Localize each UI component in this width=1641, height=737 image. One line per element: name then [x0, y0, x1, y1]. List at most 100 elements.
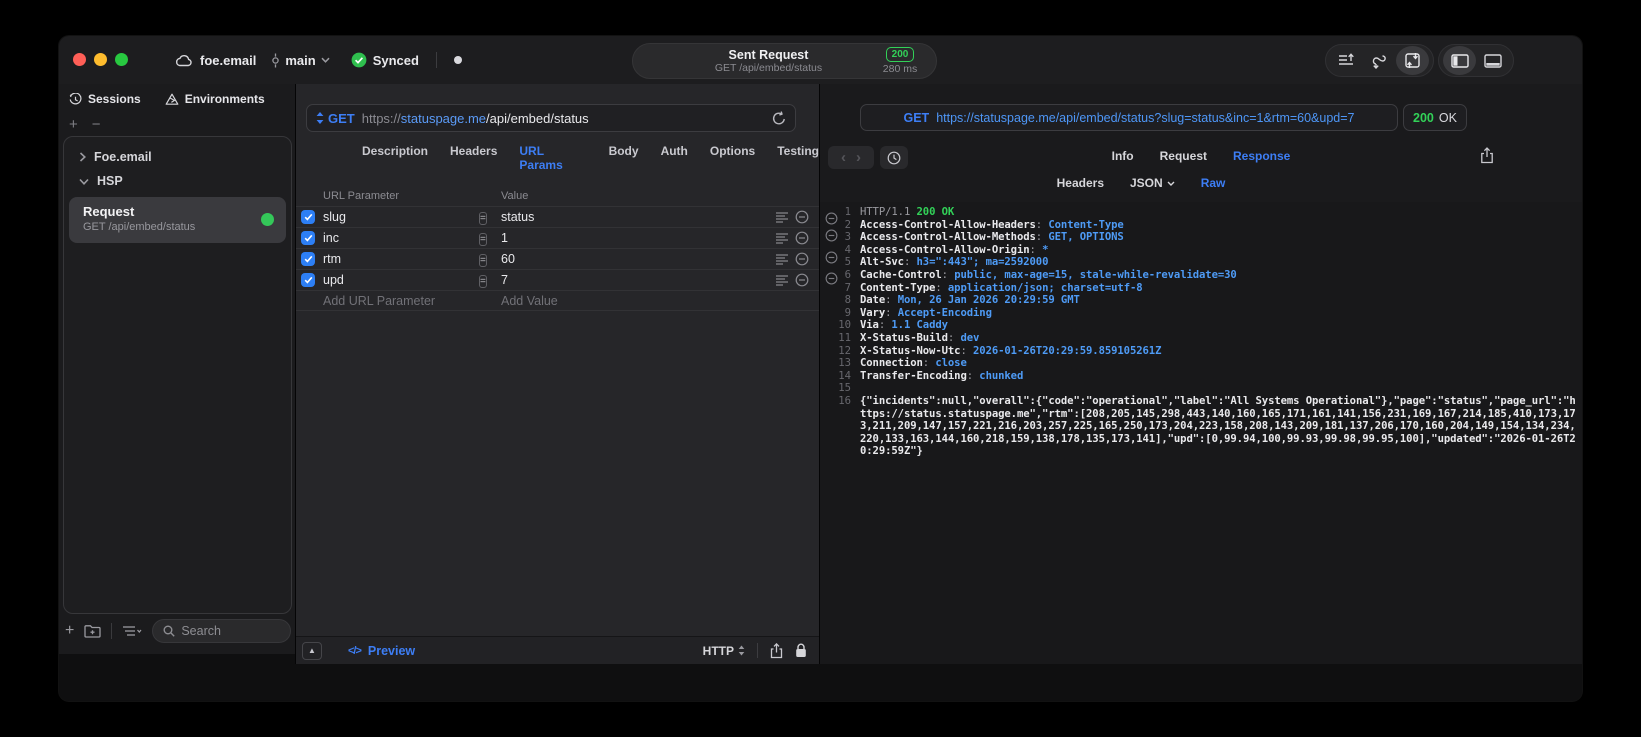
- url-host: statuspage.me: [400, 110, 487, 126]
- footer-separator: [757, 643, 758, 658]
- response-status-code: 200: [1413, 110, 1434, 125]
- tab-headers[interactable]: Headers: [450, 144, 497, 172]
- sync-branches-button[interactable]: [1363, 46, 1396, 75]
- response-body[interactable]: 1 HTTP/1.1 200 OK 2 Access-Control-Allow-He…: [820, 202, 1582, 664]
- tab-url-params[interactable]: URL Params: [519, 144, 586, 172]
- reorder-handle-icon[interactable]: [775, 274, 789, 286]
- response-status-box: 200 OK: [1403, 104, 1467, 131]
- protocol-selector[interactable]: HTTP: [703, 644, 745, 658]
- branch-selector[interactable]: main: [271, 52, 330, 68]
- response-nav-row: ‹ › Info Request Response: [820, 146, 1582, 170]
- equals-icon: =: [479, 232, 487, 246]
- tab-body[interactable]: Body: [609, 144, 639, 172]
- sent-request-pill[interactable]: Sent Request GET /api/embed/status 200 2…: [632, 43, 937, 79]
- param-checkbox[interactable]: [301, 210, 315, 224]
- tree-group-foe-email[interactable]: Foe.email: [64, 145, 291, 169]
- window-title: Sent Request: [728, 48, 809, 62]
- import-export-button[interactable]: [1396, 46, 1429, 75]
- param-name[interactable]: upd: [323, 273, 479, 287]
- param-value[interactable]: 1: [501, 231, 775, 245]
- subtab-raw[interactable]: Raw: [1201, 176, 1226, 190]
- response-code-line: 11 X-Status-Build: dev: [838, 331, 980, 344]
- tab-sessions[interactable]: Sessions: [69, 92, 141, 106]
- response-code-line: 13 Connection: close: [838, 357, 967, 370]
- url-path: /api/embed/status: [486, 110, 589, 126]
- response-code-line: 16 {"incidents":null,"overall":{"code":"o…: [838, 394, 1576, 458]
- toggle-sidebar-button[interactable]: [1443, 46, 1476, 75]
- sort-requests-button[interactable]: [1330, 46, 1363, 75]
- tab-testing[interactable]: Testing: [777, 144, 819, 172]
- sidebar-tabs: Sessions Environments: [69, 92, 265, 106]
- view-options-button[interactable]: [122, 625, 142, 637]
- param-row: inc = 1: [296, 227, 819, 248]
- param-value[interactable]: 7: [501, 273, 775, 287]
- request-duration: 280 ms: [882, 63, 918, 75]
- zoom-window-button[interactable]: [115, 53, 128, 66]
- response-tabs: Info Request Response: [820, 149, 1582, 163]
- project-name[interactable]: foe.email: [200, 53, 256, 68]
- export-response-button[interactable]: [1480, 147, 1494, 164]
- add-session-button[interactable]: +: [69, 116, 78, 133]
- request-item-subtitle: GET /api/embed/status: [83, 221, 196, 233]
- search-input[interactable]: [181, 624, 280, 638]
- sidebar-search[interactable]: [152, 619, 291, 643]
- param-checkbox[interactable]: [301, 273, 315, 287]
- param-name[interactable]: inc: [323, 231, 479, 245]
- tab-options[interactable]: Options: [710, 144, 755, 172]
- branch-name: main: [285, 52, 316, 68]
- tree-group-hsp[interactable]: HSP: [64, 169, 291, 193]
- subtab-json[interactable]: JSON: [1130, 176, 1175, 190]
- minimize-window-button[interactable]: [94, 53, 107, 66]
- resend-request-icon[interactable]: [772, 110, 786, 126]
- param-checkbox[interactable]: [301, 231, 315, 245]
- param-name[interactable]: rtm: [323, 252, 479, 266]
- param-value[interactable]: 60: [501, 252, 775, 266]
- sync-status[interactable]: Synced: [351, 52, 419, 68]
- response-url-summary[interactable]: GET https://statuspage.me/api/embed/stat…: [860, 104, 1398, 131]
- param-add-row[interactable]: Add URL Parameter Add Value: [296, 290, 819, 311]
- tab-info[interactable]: Info: [1112, 149, 1134, 163]
- remove-param-icon[interactable]: [795, 231, 809, 245]
- search-icon: [163, 625, 176, 637]
- protocol-label: HTTP: [702, 643, 734, 658]
- remove-param-icon[interactable]: [795, 252, 809, 266]
- remove-param-icon[interactable]: [795, 273, 809, 287]
- preview-toggle[interactable]: </> Preview: [348, 644, 415, 658]
- toolbar-separator: [111, 623, 113, 639]
- tab-auth[interactable]: Auth: [661, 144, 688, 172]
- synced-check-icon: [351, 52, 367, 68]
- titlebar: foe.email main Synced Sent Request GET /…: [59, 36, 1582, 84]
- reorder-handle-icon[interactable]: [775, 232, 789, 244]
- request-url-bar[interactable]: GET https://statuspage.me/api/embed/stat…: [306, 104, 796, 132]
- remove-session-button[interactable]: −: [92, 116, 101, 133]
- param-name[interactable]: slug: [323, 210, 479, 224]
- request-list-item-selected[interactable]: Request GET /api/embed/status: [69, 197, 286, 243]
- param-value[interactable]: status: [501, 210, 775, 224]
- equals-icon: =: [479, 274, 487, 288]
- toggle-bottom-panel-button[interactable]: [1476, 46, 1509, 75]
- request-tabs: Description Headers URL Params Body Auth…: [296, 144, 819, 172]
- new-request-button[interactable]: +: [65, 623, 74, 639]
- param-checkbox[interactable]: [301, 252, 315, 266]
- remove-param-icon[interactable]: [795, 210, 809, 224]
- subtab-headers[interactable]: Headers: [1057, 176, 1104, 190]
- expand-panel-button[interactable]: ▲: [302, 641, 322, 660]
- request-status-dot: [261, 213, 274, 226]
- toolbar-group-right: [1438, 44, 1514, 77]
- reorder-handle-icon[interactable]: [775, 253, 789, 265]
- request-method[interactable]: GET: [328, 111, 355, 126]
- add-value-placeholder[interactable]: Add Value: [501, 294, 819, 308]
- tab-environments[interactable]: Environments: [165, 92, 265, 106]
- tab-description[interactable]: Description: [362, 144, 428, 172]
- response-status-text: OK: [1438, 110, 1457, 125]
- lock-icon[interactable]: [795, 643, 807, 658]
- close-window-button[interactable]: [73, 53, 86, 66]
- reorder-handle-icon[interactable]: [775, 211, 789, 223]
- new-folder-button[interactable]: [84, 624, 101, 638]
- app-window: foe.email main Synced Sent Request GET /…: [59, 36, 1582, 701]
- share-icon[interactable]: [770, 642, 783, 659]
- add-param-placeholder[interactable]: Add URL Parameter: [323, 294, 479, 308]
- method-stepper-icon[interactable]: [316, 112, 324, 124]
- tab-request[interactable]: Request: [1160, 149, 1207, 163]
- tab-response[interactable]: Response: [1233, 149, 1290, 163]
